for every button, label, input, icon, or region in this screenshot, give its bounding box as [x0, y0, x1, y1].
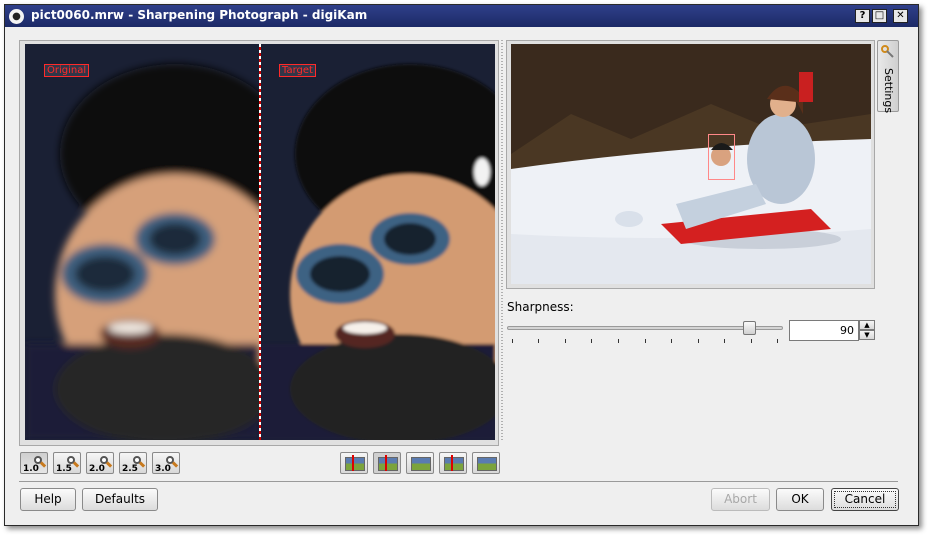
split-duplicate-icon: [444, 457, 464, 471]
slider-tick: [777, 339, 778, 343]
panel-separator[interactable]: [501, 40, 503, 440]
split-vertical-button[interactable]: [373, 452, 401, 474]
help-titlebar-button[interactable]: ?: [855, 9, 870, 23]
window-title: pict0060.mrw - Sharpening Photograph - d…: [31, 8, 368, 22]
help-button[interactable]: Help: [20, 488, 76, 511]
target-only-icon: [477, 457, 497, 471]
spin-up-arrow-icon[interactable]: ▲: [859, 320, 875, 330]
slider-tick: [645, 339, 646, 343]
target-preview-image[interactable]: [260, 44, 495, 440]
target-only-button[interactable]: [472, 452, 500, 474]
sharpness-slider[interactable]: [507, 326, 783, 330]
button-row-separator: [19, 481, 898, 482]
original-label: Original: [44, 64, 90, 77]
digikam-app-icon[interactable]: ●: [9, 9, 24, 24]
original-target-split-vertical-icon: [345, 457, 365, 471]
sharpness-slider-handle[interactable]: [743, 321, 756, 335]
split-horizontal-button[interactable]: [406, 452, 434, 474]
target-label: Target: [279, 64, 316, 77]
split-vertical-icon: [378, 457, 398, 471]
split-horizontal-icon: [411, 457, 431, 471]
sharpness-label: Sharpness:: [507, 300, 574, 314]
zoom-1-0-button[interactable]: 1.0: [20, 452, 48, 474]
abort-button[interactable]: Abort: [711, 488, 770, 511]
maximize-button[interactable]: □: [872, 9, 887, 23]
split-duplicate-button[interactable]: [439, 452, 467, 474]
slider-tick: [724, 339, 725, 343]
zoom-2-0-button[interactable]: 2.0: [86, 452, 114, 474]
spin-down-arrow-icon[interactable]: ▼: [859, 330, 875, 340]
original-preview-image[interactable]: [25, 44, 260, 440]
ok-button[interactable]: OK: [776, 488, 824, 511]
slider-tick: [618, 339, 619, 343]
slider-tick: [538, 339, 539, 343]
sharpness-value-input[interactable]: 90: [789, 320, 859, 341]
zoom-selection-box[interactable]: [708, 134, 735, 180]
slider-tick: [591, 339, 592, 343]
zoom-3-0-button[interactable]: 3.0: [152, 452, 180, 474]
original-target-split-vertical-button[interactable]: [340, 452, 368, 474]
slider-tick: [671, 339, 672, 343]
close-button[interactable]: ✕: [893, 9, 908, 23]
cancel-button[interactable]: Cancel: [831, 488, 899, 511]
defaults-button[interactable]: Defaults: [82, 488, 158, 511]
wrench-icon: [881, 45, 894, 58]
slider-tick: [565, 339, 566, 343]
overview-image[interactable]: [511, 44, 871, 284]
zoom-2-5-button[interactable]: 2.5: [119, 452, 147, 474]
slider-tick: [698, 339, 699, 343]
settings-tab-label: Settings: [882, 68, 895, 114]
slider-tick: [751, 339, 752, 343]
slider-tick: [512, 339, 513, 343]
split-divider[interactable]: [259, 44, 261, 440]
zoom-1-5-button[interactable]: 1.5: [53, 452, 81, 474]
